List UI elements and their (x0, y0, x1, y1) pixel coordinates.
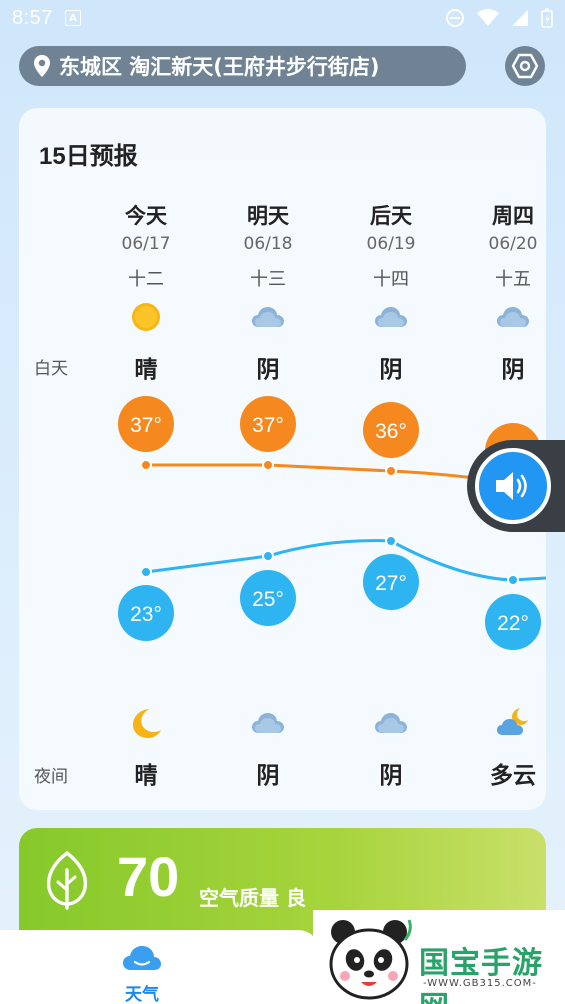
day-name: 明天 (247, 204, 289, 228)
day-condition: 阴 (379, 357, 403, 383)
bottom-navigation: 天气 (0, 930, 320, 1004)
location-text: 东城区 淘汇新天(王府井步行街店) (59, 55, 380, 79)
status-time: 8:57 (12, 6, 53, 29)
aqi-value: 70 (117, 845, 180, 908)
forecast-day-column[interactable]: 今天 06/17 十二 晴 晴 (91, 108, 201, 810)
status-icons (445, 8, 553, 28)
day-condition: 晴 (134, 357, 158, 383)
signal-icon (512, 10, 528, 26)
night-condition: 晴 (134, 763, 158, 789)
battery-icon (541, 8, 553, 28)
day-name: 今天 (125, 204, 167, 228)
cloud-icon (375, 713, 407, 733)
day-condition: 阴 (256, 357, 280, 383)
notification-badge: A (64, 10, 81, 26)
floating-audio-panel[interactable] (467, 440, 565, 532)
cloud-icon (252, 713, 284, 733)
night-condition: 阴 (379, 763, 403, 789)
aqi-label: 空气质量 良 (199, 886, 306, 910)
location-selector[interactable]: 东城区 淘汇新天(王府井步行街店) (19, 46, 466, 86)
nav-weather-label: 天气 (125, 985, 159, 1004)
day-date: 06/20 (488, 234, 538, 254)
forecast-card[interactable]: 15日预报 白天 夜间 37° 37° 36° 23° 25° 27° 22° … (19, 108, 546, 810)
location-pin-icon (34, 55, 50, 77)
watermark: 国宝手游网 -WWW.GB315.COM- (313, 910, 565, 1004)
watermark-text: 国宝手游网 (419, 946, 543, 1004)
nav-weather-tab[interactable]: 天气 (112, 942, 172, 1004)
day-date: 06/19 (366, 234, 416, 254)
panda-logo-icon (329, 919, 412, 1000)
forecast-day-column[interactable]: 后天 06/19 十四 阴 阴 (336, 108, 446, 810)
sun-icon (132, 303, 160, 331)
settings-button[interactable] (505, 46, 545, 86)
day-date: 06/18 (243, 234, 293, 254)
cloud-icon (497, 307, 529, 327)
day-date: 06/17 (121, 234, 171, 254)
wifi-icon (477, 9, 499, 26)
speaker-icon (496, 472, 527, 500)
cloud-icon (252, 307, 284, 327)
lunar-date: 十三 (250, 269, 286, 290)
weather-cloud-icon (123, 946, 161, 970)
leaf-icon (46, 850, 88, 910)
day-name: 后天 (370, 204, 412, 228)
day-condition: 阴 (501, 357, 525, 383)
dnd-icon (446, 9, 464, 27)
watermark-url: -WWW.GB315.COM- (423, 978, 537, 989)
cloud-icon (375, 307, 407, 327)
lunar-date: 十四 (373, 269, 409, 290)
partly-cloudy-night-icon (497, 708, 528, 735)
settings-hex-icon (511, 53, 539, 79)
moon-icon (133, 709, 161, 738)
forecast-day-column[interactable]: 明天 06/18 十三 阴 阴 (213, 108, 323, 810)
lunar-date: 十五 (495, 269, 531, 290)
night-condition: 多云 (490, 763, 536, 789)
lunar-date: 十二 (128, 269, 164, 290)
night-condition: 阴 (256, 763, 280, 789)
speaker-button[interactable] (475, 448, 551, 524)
status-bar: 8:57 A (0, 0, 565, 36)
day-name: 周四 (492, 204, 534, 228)
